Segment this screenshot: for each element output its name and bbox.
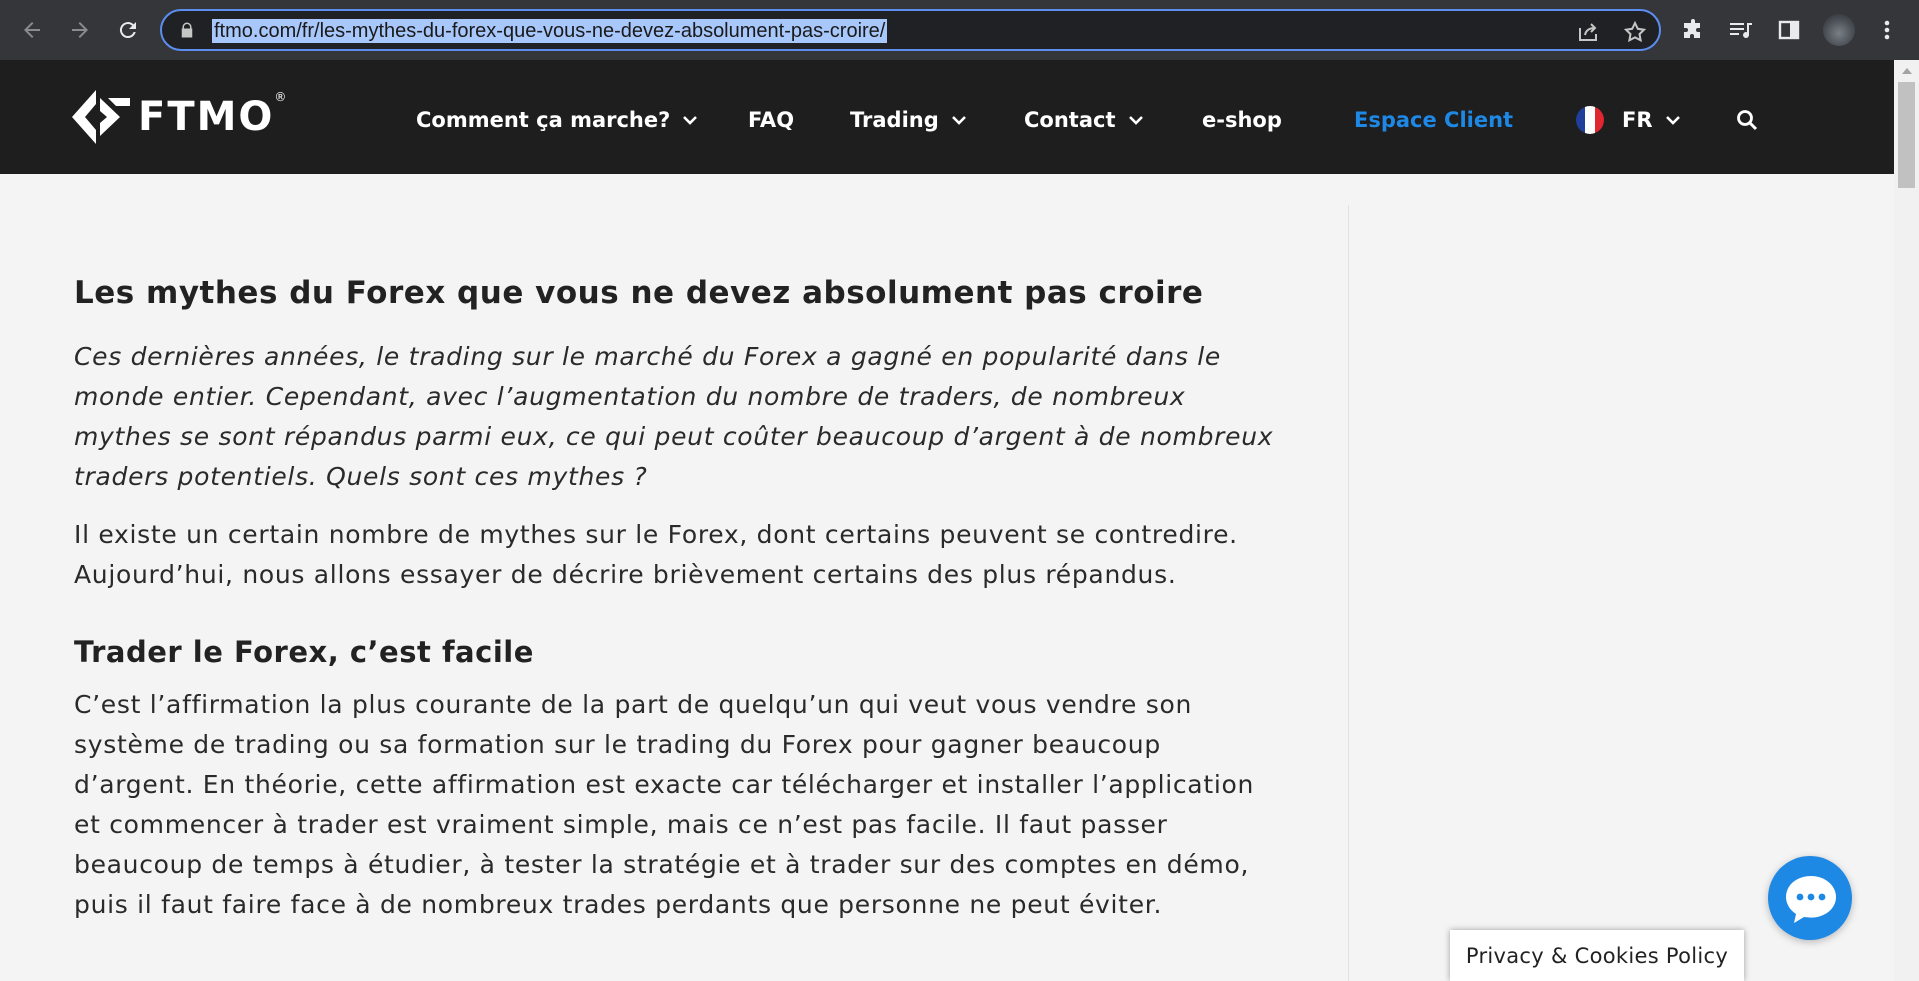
nav-label: Trading [850,108,939,132]
nav-contact[interactable]: Contact [1024,105,1144,135]
nav-trading[interactable]: Trading [850,105,967,135]
lock-icon [181,22,193,38]
forward-button[interactable] [62,12,98,48]
nav-e-shop[interactable]: e-shop [1202,105,1282,135]
extensions-icon[interactable] [1678,15,1708,45]
chat-bubble-icon [1786,876,1836,923]
section-body: C’est l’affirmation la plus courante de … [74,690,1255,919]
reload-icon [119,22,136,39]
nav-faq[interactable]: FAQ [748,105,794,135]
bookmark-star-icon[interactable] [1623,20,1647,44]
sidebar-divider [1348,205,1349,981]
url-text[interactable]: ftmo.com/fr/les-mythes-du-forex-que-vous… [212,19,888,43]
logo-text: FTMO [138,94,275,140]
site-header: FTMO ® Comment ça marche? FAQ Trading Con… [0,60,1894,174]
nav-comment-ca-marche[interactable]: Comment ça marche? [416,105,698,135]
browser-toolbar: ftmo.com/fr/les-mythes-du-forex-que-vous… [0,0,1919,60]
arrow-left-icon [24,22,40,38]
arrow-right-icon [72,22,88,38]
media-queue-icon[interactable] [1726,15,1756,45]
chevron-down-icon [951,116,966,125]
share-icon[interactable] [1576,20,1600,44]
profile-avatar[interactable] [1823,14,1855,46]
kebab-menu-icon[interactable] [1872,15,1902,45]
article-lead: Ces dernières années, le trading sur le … [74,342,1274,491]
reload-button[interactable] [110,12,146,48]
article: Les mythes du Forex que vous ne devez ab… [74,275,1274,925]
search-icon [1737,110,1758,131]
article-intro: Il existe un certain nombre de mythes su… [74,520,1238,589]
france-flag-icon [1576,106,1604,134]
logo-registered-mark: ® [274,90,289,104]
address-bar[interactable]: ftmo.com/fr/les-mythes-du-forex-que-vous… [160,9,1661,51]
nav-label: FAQ [748,108,795,132]
nav-espace-client[interactable]: Espace Client [1354,105,1513,135]
nav-label: e-shop [1202,108,1282,132]
nav-label: Contact [1024,108,1116,132]
back-button[interactable] [14,12,50,48]
chat-button[interactable] [1768,856,1852,940]
privacy-cookies-button[interactable]: Privacy & Cookies Policy [1450,930,1744,981]
article-title: Les mythes du Forex que vous ne devez ab… [74,275,1204,311]
language-label: FR [1622,108,1653,132]
search-button[interactable] [1736,105,1758,135]
nav-label: Espace Client [1354,108,1514,132]
nav-label: Comment ça marche? [416,108,671,132]
side-panel-icon[interactable] [1774,15,1804,45]
scroll-up-arrow-icon[interactable] [1902,68,1912,74]
ftmo-logo-icon [72,90,130,144]
chevron-down-icon [683,116,698,125]
chevron-down-icon [1665,116,1680,125]
scroll-thumb[interactable] [1898,82,1915,188]
section-title: Trader le Forex, c’est facile [74,635,534,669]
ftmo-logo[interactable]: FTMO ® [72,90,286,144]
chevron-down-icon [1128,116,1143,125]
page-scrollbar[interactable] [1894,60,1919,981]
language-selector[interactable]: FR [1576,105,1681,135]
